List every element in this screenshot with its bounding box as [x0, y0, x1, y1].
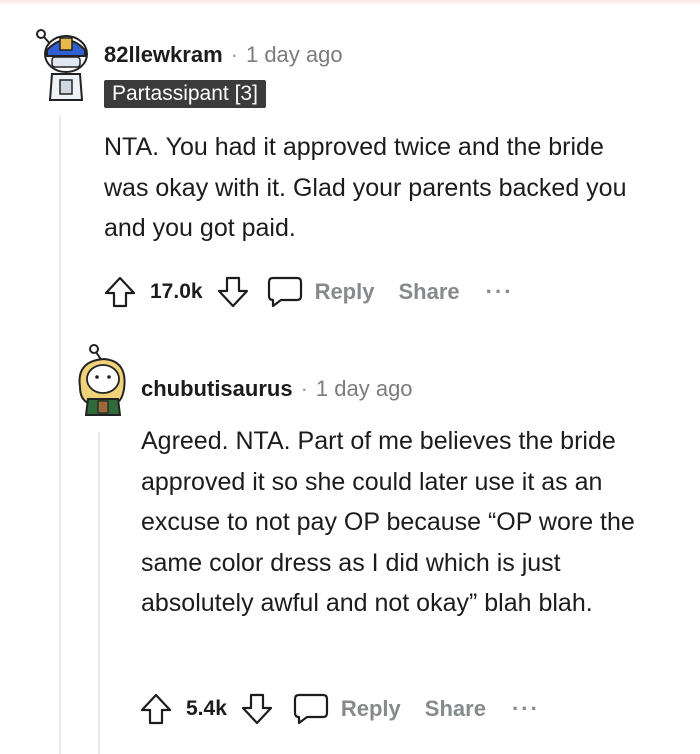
- reply-button[interactable]: Reply: [341, 696, 401, 722]
- downvote-icon[interactable]: [215, 274, 251, 310]
- thread-line[interactable]: [98, 432, 100, 754]
- separator: ·: [230, 42, 238, 67]
- comment-bubble-icon[interactable]: [265, 274, 305, 310]
- timestamp[interactable]: 1 day ago: [316, 376, 413, 402]
- comment-bubble-icon[interactable]: [291, 691, 331, 727]
- comment-actions: 17.0k Reply Share ···: [102, 273, 514, 311]
- vote-score: 5.4k: [186, 697, 227, 720]
- upvote-icon[interactable]: [102, 274, 138, 310]
- more-options-button[interactable]: ···: [486, 279, 514, 305]
- top-fade: [0, 0, 700, 6]
- share-button[interactable]: Share: [398, 279, 459, 305]
- reply-button[interactable]: Reply: [315, 279, 375, 305]
- comment-body: NTA. You had it approved twice and the b…: [104, 133, 627, 242]
- comment-actions: 5.4k Reply Share ···: [138, 690, 540, 728]
- share-button[interactable]: Share: [425, 696, 486, 722]
- vote-score: 17.0k: [150, 280, 203, 303]
- comment-meta: 82llewkram · 1 day ago: [104, 40, 343, 70]
- timestamp[interactable]: 1 day ago: [246, 42, 343, 68]
- avatar[interactable]: [30, 28, 90, 104]
- avatar[interactable]: [70, 343, 132, 417]
- username[interactable]: 82llewkram: [104, 42, 223, 68]
- snoo-avatar-icon: [78, 344, 126, 416]
- downvote-icon[interactable]: [239, 691, 275, 727]
- snoo-avatar-icon: [36, 29, 88, 101]
- comment-body: Agreed. NTA. Part of me believes the bri…: [141, 427, 635, 617]
- more-options-button[interactable]: ···: [512, 696, 540, 722]
- separator: ·: [300, 376, 308, 401]
- user-flair: Partassipant [3]: [104, 80, 266, 108]
- username[interactable]: chubutisaurus: [141, 376, 293, 402]
- upvote-icon[interactable]: [138, 691, 174, 727]
- comment-meta: chubutisaurus · 1 day ago: [141, 374, 413, 404]
- thread-line[interactable]: [59, 115, 61, 754]
